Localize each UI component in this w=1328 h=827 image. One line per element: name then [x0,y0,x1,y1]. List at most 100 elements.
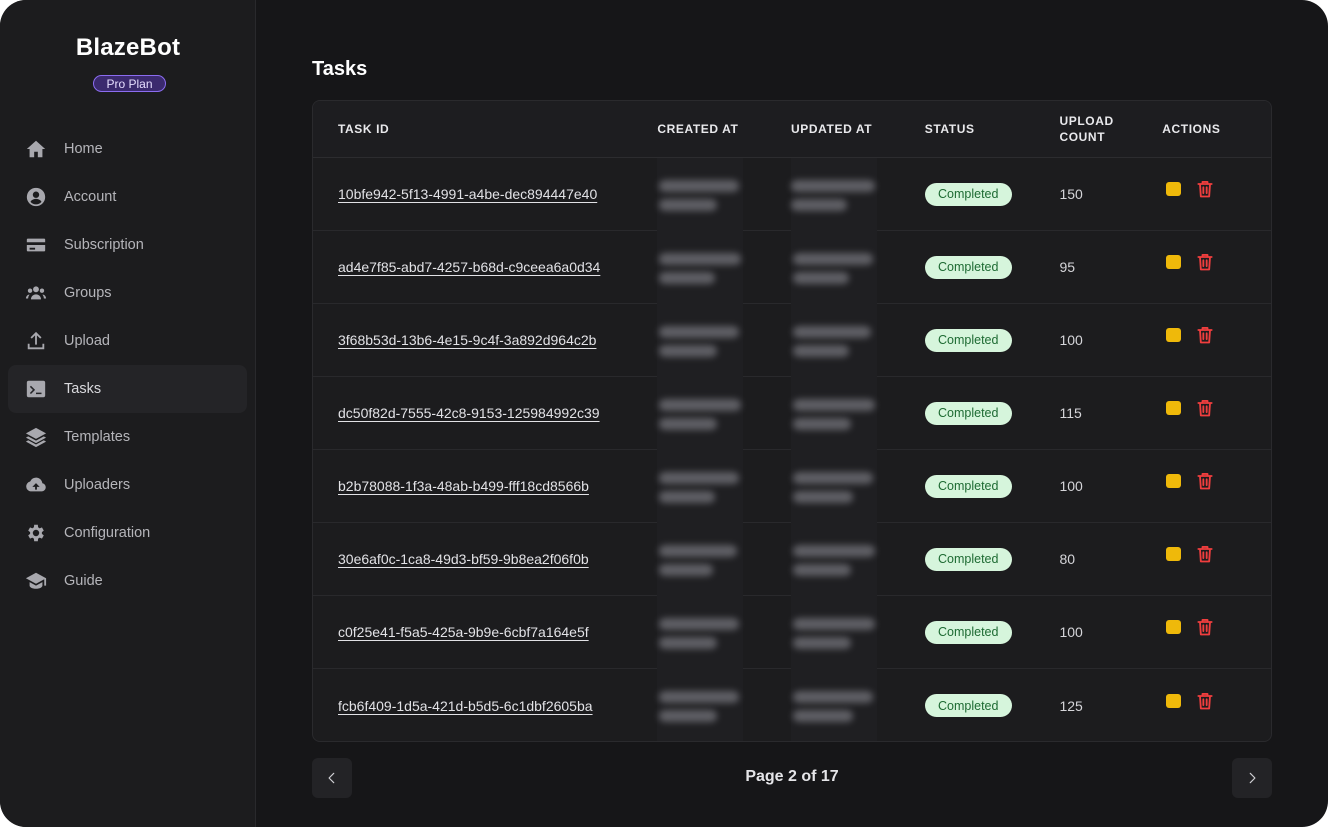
trash-icon[interactable] [1195,324,1215,346]
table-row: fcb6f409-1d5a-421d-b5d5-6c1dbf2605ba Com… [313,669,1271,741]
terminal-icon [24,377,48,401]
sidebar-item-label: Tasks [64,381,102,397]
cloud-upload-icon [24,473,48,497]
created-at-cell-redacted [657,303,791,377]
column-header-created-at: CREATED AT [657,122,739,136]
plan-badge: Pro Plan [93,75,166,92]
edit-task-button[interactable] [1166,328,1182,342]
upload-count: 150 [1059,186,1083,202]
sidebar-item-label: Uploaders [64,477,131,493]
status-badge: Completed [924,182,1012,206]
edit-task-button[interactable] [1166,401,1182,415]
sidebar-item-groups[interactable]: Groups [8,269,247,317]
table-row: 30e6af0c-1ca8-49d3-bf59-9b8ea2f06f0b Com… [313,522,1271,596]
created-at-cell-redacted [657,230,791,304]
task-id-link[interactable]: dc50f82d-7555-42c8-9153-125984992c39 [338,403,638,423]
created-at-cell-redacted [657,376,791,450]
status-badge: Completed [924,328,1012,352]
task-id-link[interactable]: 30e6af0c-1ca8-49d3-bf59-9b8ea2f06f0b [338,549,638,569]
next-page-button[interactable] [1232,758,1272,798]
edit-task-button[interactable] [1166,474,1182,488]
updated-at-cell-redacted [791,449,925,523]
sidebar-item-label: Account [64,189,117,205]
layers-icon [24,425,48,449]
updated-at-cell-redacted [791,595,925,669]
column-header-actions: ACTIONS [1162,122,1221,136]
trash-icon[interactable] [1195,470,1215,492]
column-header-updated-at: UPDATED AT [791,122,873,136]
created-at-cell-redacted [657,669,791,741]
updated-at-cell-redacted [791,522,925,596]
updated-at-cell-redacted [791,669,925,741]
task-id-link[interactable]: fcb6f409-1d5a-421d-b5d5-6c1dbf2605ba [338,696,638,716]
edit-task-button[interactable] [1166,620,1182,634]
sidebar-item-upload[interactable]: Upload [8,317,247,365]
table-row: ad4e7f85-abd7-4257-b68d-c9ceea6a0d34 Com… [313,230,1271,304]
trash-icon[interactable] [1195,616,1215,638]
sidebar-item-label: Home [64,141,103,157]
sidebar-item-label: Configuration [64,525,151,541]
task-id-link[interactable]: ad4e7f85-abd7-4257-b68d-c9ceea6a0d34 [338,257,638,277]
sidebar-item-label: Subscription [64,237,144,253]
trash-icon[interactable] [1195,251,1215,273]
column-header-upload-count: UPLOAD COUNT [1059,114,1114,144]
sidebar-item-uploaders[interactable]: Uploaders [8,461,247,509]
updated-at-cell-redacted [791,157,925,231]
edit-task-button[interactable] [1166,182,1182,196]
table-row: dc50f82d-7555-42c8-9153-125984992c39 Com… [313,376,1271,450]
status-badge: Completed [924,694,1012,717]
table-body: 10bfe942-5f13-4991-a4be-dec894447e40 Com… [313,157,1271,741]
task-id-link[interactable]: c0f25e41-f5a5-425a-9b9e-6cbf7a164e5f [338,622,638,642]
task-id-link[interactable]: 3f68b53d-13b6-4e15-9c4f-3a892d964c2b [338,330,638,350]
updated-at-cell-redacted [791,230,925,304]
trash-icon[interactable] [1195,543,1215,565]
edit-task-button[interactable] [1166,255,1182,269]
credit-card-icon [24,233,48,257]
app-window: BlazeBot Pro Plan Home Account Subscript… [0,0,1328,827]
gear-icon [24,521,48,545]
created-at-cell-redacted [657,522,791,596]
edit-task-button[interactable] [1166,547,1182,561]
sidebar-item-label: Groups [64,285,112,301]
users-icon [24,281,48,305]
upload-count: 95 [1059,259,1076,275]
sidebar-item-tasks[interactable]: Tasks [8,365,247,413]
sidebar-item-subscription[interactable]: Subscription [8,221,247,269]
status-badge: Completed [924,547,1012,571]
trash-icon[interactable] [1195,178,1215,200]
account-icon [24,185,48,209]
sidebar-item-account[interactable]: Account [8,173,247,221]
brand-logo: BlazeBot [75,34,181,61]
edit-task-button[interactable] [1166,693,1182,708]
sidebar-item-guide[interactable]: Guide [8,557,247,605]
upload-count: 125 [1059,697,1083,714]
pagination-label: Page 2 of 17 [745,768,839,785]
table-row: c0f25e41-f5a5-425a-9b9e-6cbf7a164e5f Com… [313,595,1271,669]
updated-at-cell-redacted [791,376,925,450]
status-badge: Completed [924,474,1012,498]
task-id-link[interactable]: 10bfe942-5f13-4991-a4be-dec894447e40 [338,184,638,204]
sidebar-item-configuration[interactable]: Configuration [8,509,247,557]
upload-count: 100 [1059,332,1083,348]
page-title: Tasks [312,58,368,80]
sidebar-item-label: Templates [64,429,131,445]
sidebar-item-home[interactable]: Home [8,125,247,173]
main-content: Tasks TASK ID CREATED AT UPDATED AT STAT… [256,0,1328,827]
created-at-cell-redacted [657,449,791,523]
task-id-link[interactable]: b2b78088-1f3a-48ab-b499-fff18cd8566b [338,476,638,496]
status-badge: Completed [924,255,1012,279]
trash-icon[interactable] [1195,690,1215,712]
sidebar-item-templates[interactable]: Templates [8,413,247,461]
table-row: b2b78088-1f3a-48ab-b499-fff18cd8566b Com… [313,449,1271,523]
created-at-cell-redacted [657,157,791,231]
tasks-table: TASK ID CREATED AT UPDATED AT STATUS UPL… [312,100,1272,742]
table-row: 3f68b53d-13b6-4e15-9c4f-3a892d964c2b Com… [313,303,1271,377]
column-header-status: STATUS [924,122,975,136]
upload-count: 100 [1059,624,1083,640]
trash-icon[interactable] [1195,397,1215,419]
status-badge: Completed [924,401,1012,425]
column-header-task-id: TASK ID [338,122,390,136]
upload-icon [24,329,48,353]
sidebar: BlazeBot Pro Plan Home Account Subscript… [0,0,256,827]
upload-count: 115 [1059,405,1082,421]
